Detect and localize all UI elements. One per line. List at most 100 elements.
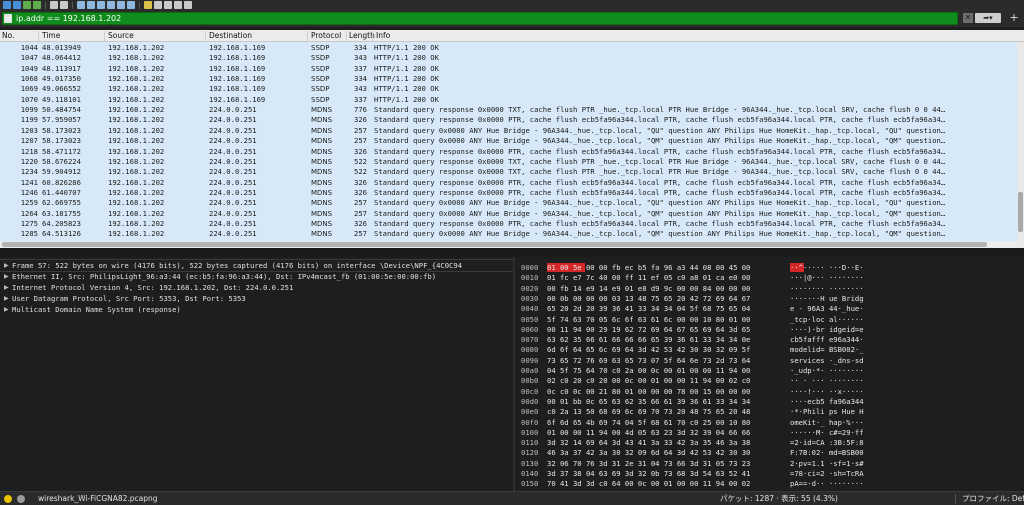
search-icon[interactable] xyxy=(60,1,68,9)
detail-label: Multicast Domain Name System (response) xyxy=(12,305,181,314)
cell-time: 48.113917 xyxy=(42,63,81,73)
cell-dst: 224.0.0.251 xyxy=(209,177,257,187)
cell-proto: MDNS xyxy=(311,137,333,146)
cell-dst: 224.0.0.251 xyxy=(209,187,257,197)
expand-arrow-icon[interactable]: ▶ xyxy=(4,282,9,293)
detail-tree-item[interactable]: ▶ Ethernet II, Src: PhilipsLight_96:a3:44… xyxy=(0,271,513,282)
cell-no: 1070 xyxy=(20,94,38,104)
packet-row[interactable]: 1264 63.181755 192.168.1.202 224.0.0.251 MDN… xyxy=(0,209,1017,220)
add-filter-button[interactable]: + xyxy=(1008,12,1020,24)
packet-row[interactable]: 1203 58.173023 192.168.1.202 224.0.0.251 MDN… xyxy=(0,126,1017,137)
cell-src: 192.168.1.202 xyxy=(108,105,165,115)
cell-dst: 224.0.0.251 xyxy=(209,208,257,218)
cell-len: 257 xyxy=(354,229,367,239)
zoom-in-icon[interactable] xyxy=(154,1,162,9)
column-header-destination[interactable]: Destination xyxy=(209,30,252,42)
colorize-icon[interactable] xyxy=(144,1,152,9)
cell-proto: MDNS xyxy=(311,230,333,239)
cell-time: 59.904912 xyxy=(42,167,81,177)
zoom-out-icon[interactable] xyxy=(164,1,172,9)
packet-row[interactable]: 1070 49.118101 192.168.1.202 192.168.1.169 S… xyxy=(0,95,1017,106)
detail-tree-item[interactable]: ▶ User Datagram Protocol, Src Port: 5353,… xyxy=(0,293,513,304)
forward-icon[interactable] xyxy=(87,1,95,9)
cell-proto: MDNS xyxy=(311,106,333,115)
column-header-info[interactable]: Info xyxy=(376,30,390,42)
go-to-icon[interactable] xyxy=(97,1,105,9)
close-icon[interactable] xyxy=(33,1,41,9)
file-icon[interactable] xyxy=(3,1,11,9)
packet-row[interactable]: 1285 64.513126 192.168.1.202 224.0.0.251 MDN… xyxy=(0,229,1017,240)
bookmark-icon[interactable] xyxy=(4,14,12,23)
cell-dst: 224.0.0.251 xyxy=(209,125,257,135)
capture-comments-icon[interactable] xyxy=(17,495,25,503)
cell-no: 1047 xyxy=(20,53,38,63)
normal-size-icon[interactable] xyxy=(174,1,182,9)
packet-row[interactable]: 1218 58.471172 192.168.1.202 224.0.0.251 MDN… xyxy=(0,147,1017,158)
expand-arrow-icon[interactable]: ▶ xyxy=(4,304,9,315)
column-header-source[interactable]: Source xyxy=(108,30,134,42)
last-icon[interactable] xyxy=(117,1,125,9)
expand-arrow-icon[interactable]: ▶ xyxy=(4,293,9,304)
cell-proto: MDNS xyxy=(311,126,333,135)
detail-tree-item[interactable]: ▶ Internet Protocol Version 4, Src: 192.1… xyxy=(0,282,513,293)
packet-row[interactable]: 1099 50.484754 192.168.1.202 224.0.0.251 MDN… xyxy=(0,105,1017,116)
cell-no: 1220 xyxy=(20,156,38,166)
packet-row[interactable]: 1246 61.440707 192.168.1.202 224.0.0.251 MDN… xyxy=(0,188,1017,199)
cell-dst: 192.168.1.169 xyxy=(209,43,266,52)
packet-row[interactable]: 1259 62.669755 192.168.1.202 224.0.0.251 MDN… xyxy=(0,198,1017,209)
reload-icon[interactable] xyxy=(50,1,58,9)
back-icon[interactable] xyxy=(77,1,85,9)
cell-info: Standard query 0x0000 ANY Hue Bridge - 9… xyxy=(374,136,946,146)
packet-row[interactable]: 1207 58.173023 192.168.1.202 224.0.0.251 MDN… xyxy=(0,136,1017,147)
save-icon[interactable] xyxy=(23,1,31,9)
clear-filter-button[interactable]: ✕ xyxy=(963,13,973,23)
detail-label: Frame 57: 522 bytes on wire (4176 bits),… xyxy=(12,261,463,270)
packet-row[interactable]: 1044 48.013949 192.168.1.202 192.168.1.169 S… xyxy=(0,43,1017,54)
packet-list-vertical-scrollbar[interactable] xyxy=(1017,42,1024,248)
cell-info: Standard query response 0x0000 TXT, cach… xyxy=(374,105,946,115)
cell-time: 61.440707 xyxy=(42,187,81,197)
cell-no: 1234 xyxy=(20,167,38,177)
packet-row[interactable]: 1199 57.959057 192.168.1.202 224.0.0.251 MDN… xyxy=(0,115,1017,126)
expert-info-icon[interactable] xyxy=(4,495,12,503)
column-header-no[interactable]: No. xyxy=(2,30,14,42)
column-header-length[interactable]: Length xyxy=(349,30,375,42)
packet-row[interactable]: 1068 49.017350 192.168.1.202 192.168.1.169 S… xyxy=(0,74,1017,85)
detail-label: Internet Protocol Version 4, Src: 192.16… xyxy=(12,283,294,292)
resize-columns-icon[interactable] xyxy=(184,1,192,9)
autoscroll-icon[interactable] xyxy=(127,1,135,9)
pane-splitter[interactable] xyxy=(0,248,1024,257)
column-header-protocol[interactable]: Protocol xyxy=(311,30,341,42)
column-header-time[interactable]: Time xyxy=(42,30,60,42)
cell-len: 522 xyxy=(354,156,367,166)
packet-row[interactable]: 1047 48.064412 192.168.1.202 192.168.1.169 S… xyxy=(0,53,1017,64)
cell-info: Standard query 0x0000 ANY Hue Bridge - 9… xyxy=(374,125,946,135)
filter-expression: ip.addr == 192.168.1.202 xyxy=(16,14,122,23)
cell-time: 49.066552 xyxy=(42,84,81,94)
first-icon[interactable] xyxy=(107,1,115,9)
cell-info: Standard query response 0x0000 PTR, cach… xyxy=(374,187,946,197)
packet-row[interactable]: 1234 59.904912 192.168.1.202 224.0.0.251 MDN… xyxy=(0,167,1017,178)
cell-time: 60.826286 xyxy=(42,177,81,187)
cell-src: 192.168.1.202 xyxy=(108,198,165,208)
cell-info: Standard query response 0x0000 TXT, cach… xyxy=(374,167,946,177)
open-icon[interactable] xyxy=(13,1,21,9)
display-filter-input[interactable]: ip.addr == 192.168.1.202 xyxy=(2,12,958,25)
cell-info: Standard query response 0x0000 PTR, cach… xyxy=(374,177,946,187)
detail-tree-item[interactable]: ▶ Frame 57: 522 bytes on wire (4176 bits)… xyxy=(0,259,513,272)
packet-row[interactable]: 1049 48.113917 192.168.1.202 192.168.1.169 S… xyxy=(0,64,1017,75)
expand-arrow-icon[interactable]: ▶ xyxy=(4,260,9,271)
profile-status[interactable]: プロファイル: Default xyxy=(962,492,1024,505)
packet-row[interactable]: 1220 58.676224 192.168.1.202 224.0.0.251 MDN… xyxy=(0,157,1017,168)
cell-time: 49.017350 xyxy=(42,74,81,84)
packet-row[interactable]: 1241 60.826286 192.168.1.202 224.0.0.251 MDN… xyxy=(0,178,1017,189)
packet-row[interactable]: 1069 49.066552 192.168.1.202 192.168.1.169 S… xyxy=(0,84,1017,95)
cell-time: 50.484754 xyxy=(42,105,81,115)
cell-dst: 192.168.1.169 xyxy=(209,53,266,63)
detail-tree-item[interactable]: ▶ Multicast Domain Name System (response) xyxy=(0,304,513,315)
display-filter-bar: ip.addr == 192.168.1.202 ✕ ➡▾ + xyxy=(0,10,1024,27)
apply-filter-button[interactable]: ➡▾ xyxy=(975,13,1001,23)
packet-row[interactable]: 1275 64.205823 192.168.1.202 224.0.0.251 MDN… xyxy=(0,219,1017,230)
expand-arrow-icon[interactable]: ▶ xyxy=(4,271,9,282)
packet-list-horizontal-scrollbar[interactable] xyxy=(0,241,1017,248)
